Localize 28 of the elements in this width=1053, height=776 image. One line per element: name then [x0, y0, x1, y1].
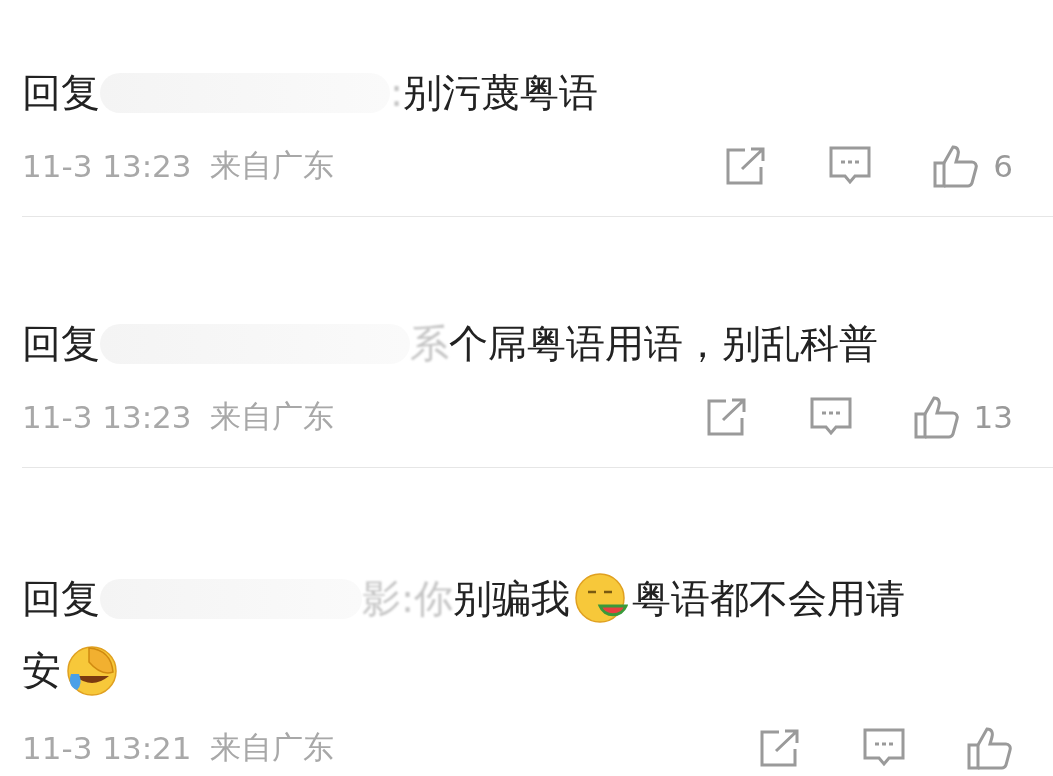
comment-text: 粤语都不会用请	[632, 576, 906, 622]
comment-icon[interactable]	[863, 728, 905, 768]
share-icon[interactable]	[725, 147, 768, 185]
like-count: 6	[993, 148, 1013, 184]
faded-text: :	[390, 70, 404, 116]
emoji-icon	[65, 644, 119, 698]
reply-label: 回复	[22, 70, 100, 116]
comment-location: 来自广东	[209, 728, 334, 767]
reply-label: 回复	[22, 321, 100, 367]
thumbs-up-icon[interactable]	[967, 726, 1013, 770]
comment-time: 11-3 13:23	[22, 148, 192, 184]
emoji-icon	[574, 572, 629, 626]
comment-location: 来自广东	[209, 146, 334, 185]
comment-text: 别骗我	[453, 576, 571, 622]
thumbs-up-icon[interactable]	[913, 395, 960, 439]
comment-icon[interactable]	[809, 397, 852, 437]
comment-text: 别污蔑粤语	[403, 70, 599, 116]
comment-text: 安	[22, 648, 61, 694]
like-count: 13	[973, 399, 1013, 435]
comment-time: 11-3 13:21	[22, 730, 192, 766]
comment-location: 来自广东	[209, 397, 334, 436]
reply-label: 回复	[22, 576, 100, 622]
thumbs-up-icon[interactable]	[933, 144, 980, 188]
comment-icon[interactable]	[829, 146, 872, 186]
share-icon[interactable]	[759, 729, 801, 767]
comment-time: 11-3 13:23	[22, 399, 192, 435]
comment-text: 个屌粤语用语，别乱科普	[449, 321, 878, 367]
share-icon[interactable]	[705, 398, 748, 436]
